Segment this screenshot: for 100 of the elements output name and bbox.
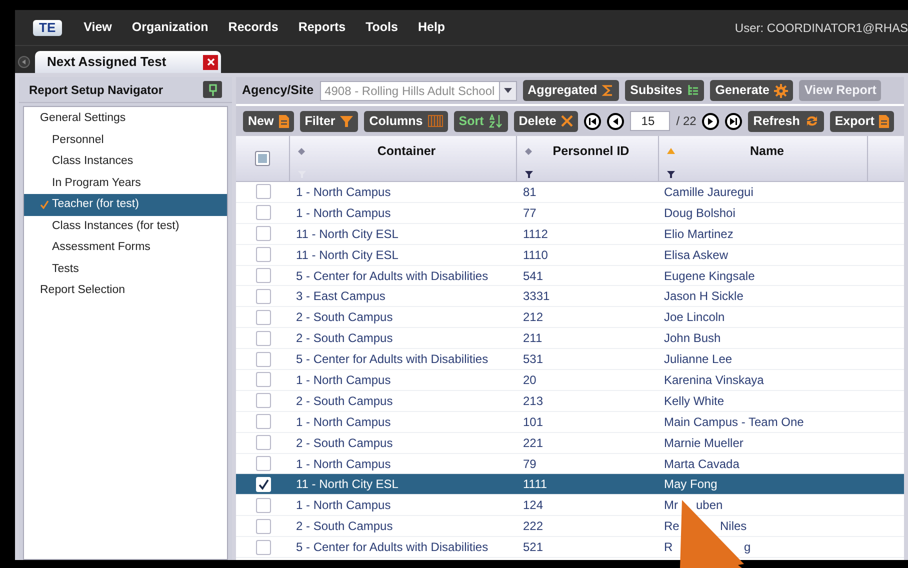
close-icon: [206, 58, 214, 66]
table-cell: Karenina Vinskaya: [664, 372, 764, 387]
close-button[interactable]: [203, 54, 218, 70]
scroll-left-icon[interactable]: [18, 56, 30, 68]
table-row[interactable]: 5 - Center for Adults with Disabilities 531 Julianne Lee: [236, 349, 904, 370]
navigator-item[interactable]: Assessment Forms: [24, 237, 227, 258]
navigator-item[interactable]: Tests: [24, 258, 227, 280]
table-cell: Jason H Sickle: [664, 289, 744, 304]
table-row[interactable]: 5 - Center for Adults with Disabilities 541 Eugene Kingsale: [236, 266, 904, 286]
row-checkbox[interactable]: [256, 184, 270, 200]
row-checkbox[interactable]: [256, 247, 270, 262]
table-cell: uben: [696, 498, 723, 512]
navigator-item[interactable]: Teacher (for test): [24, 194, 227, 216]
navigator-item[interactable]: Report Selection: [24, 280, 227, 302]
toolbar-button[interactable]: Delete: [514, 110, 578, 132]
previous-page-button[interactable]: [607, 112, 624, 130]
navigator-item[interactable]: Personnel: [24, 130, 227, 151]
toolbar-button[interactable]: Export: [830, 110, 894, 132]
last-page-icon: [729, 116, 738, 126]
row-checkbox[interactable]: [256, 498, 270, 513]
row-checkbox[interactable]: [256, 435, 270, 450]
row-checkbox[interactable]: [256, 288, 270, 304]
toolbar-button[interactable]: Subsites: [625, 80, 704, 101]
table-row[interactable]: 2 - South Campus 221 Marnie Mueller: [236, 432, 904, 454]
sort-icon: [488, 114, 503, 128]
column-header[interactable]: Container: [290, 136, 517, 181]
navigator-item[interactable]: General Settings: [24, 108, 227, 130]
toolbar-button[interactable]: Columns: [364, 110, 448, 132]
table-row[interactable]: 3 - East Campus 3331 Jason H Sickle: [236, 286, 904, 308]
toolbar-button[interactable]: Aggregated: [522, 80, 620, 101]
navigator-item[interactable]: In Program Years: [24, 172, 227, 194]
table-cell: 5 - Center for Adults with Disabilities: [296, 268, 488, 282]
table-cell: 221: [523, 436, 544, 450]
document-icon: [879, 114, 890, 128]
row-checkbox[interactable]: [256, 330, 270, 346]
table-row[interactable]: 1 - North Campus 101 Main Campus - Team One: [236, 412, 904, 433]
filter-icon[interactable]: [667, 170, 675, 178]
table-cell: 211: [523, 331, 542, 346]
table-row[interactable]: 11 - North City ESL 1110 Elisa Askew: [236, 244, 904, 266]
pin-button[interactable]: [203, 81, 222, 98]
row-checkbox[interactable]: [256, 372, 270, 388]
table-cell: 2 - South Campus: [296, 331, 393, 346]
menu-item[interactable]: Organization: [132, 18, 208, 37]
table-cell: 11 - North City ESL: [296, 477, 398, 492]
table-cell: John Bush: [664, 331, 721, 346]
refresh-icon: [804, 114, 819, 128]
table-cell: 1110: [523, 248, 548, 262]
toolbar-button[interactable]: Filter: [300, 110, 358, 132]
select-all-checkbox[interactable]: [255, 151, 270, 166]
row-checkbox[interactable]: [256, 393, 270, 408]
first-page-button[interactable]: [584, 112, 602, 130]
table-cell: 77: [523, 206, 536, 220]
table-cell: 20: [523, 372, 536, 387]
menu-item[interactable]: Help: [418, 18, 446, 37]
toolbar-button[interactable]: Generate: [710, 80, 794, 101]
menu-item[interactable]: Tools: [366, 18, 398, 37]
filter-icon[interactable]: [525, 170, 533, 178]
row-checkbox[interactable]: [256, 456, 270, 472]
page-total: / 22: [676, 113, 696, 130]
menu-item[interactable]: View: [84, 18, 112, 37]
table-row[interactable]: 11 - North City ESL 1112 Elio Martinez: [236, 224, 904, 245]
last-page-button[interactable]: [725, 112, 742, 130]
row-checkbox[interactable]: [256, 205, 270, 220]
navigator-item[interactable]: Class Instances (for test): [24, 216, 227, 237]
table-row[interactable]: 1 - North Campus 81 Camille Jauregui: [236, 182, 904, 203]
toolbar-button[interactable]: New: [243, 110, 294, 132]
column-header[interactable]: Personnel ID: [517, 136, 659, 181]
sigma-icon: [602, 84, 614, 97]
document-tab[interactable]: Next Assigned Test: [35, 51, 221, 73]
tree-icon: [687, 84, 700, 97]
table-row[interactable]: 2 - South Campus 213 Kelly White: [236, 390, 904, 412]
table-cell: Doug Bolshoi: [664, 206, 736, 220]
menu-item[interactable]: Records: [228, 18, 278, 37]
table-cell: 1112: [523, 226, 548, 241]
table-cell: Elio Martinez: [664, 226, 734, 241]
row-checkbox[interactable]: [256, 540, 270, 555]
menu-item[interactable]: Reports: [298, 18, 346, 37]
app-logo[interactable]: TE: [33, 20, 62, 36]
table-cell: 124: [523, 498, 544, 512]
table-row[interactable]: 1 - North Campus 20 Karenina Vinskaya: [236, 370, 904, 391]
page-field[interactable]: 15: [630, 111, 670, 131]
table-cell: 531: [523, 352, 544, 366]
table-cell: 11 - North City ESL: [296, 248, 398, 262]
next-page-button[interactable]: [702, 112, 720, 130]
toolbar-button[interactable]: Sort: [454, 110, 508, 132]
row-checkbox[interactable]: [256, 310, 270, 325]
row-checkbox[interactable]: [256, 518, 270, 534]
row-checkbox[interactable]: [256, 414, 270, 430]
table-row[interactable]: 1 - North Campus 77 Doug Bolshoi: [236, 202, 904, 224]
table-row[interactable]: 2 - South Campus 212 Joe Lincoln: [236, 307, 904, 328]
table-cell: Kelly White: [664, 394, 724, 408]
row-checkbox[interactable]: [256, 268, 270, 283]
check-icon: [40, 200, 49, 210]
row-checkbox[interactable]: [256, 226, 270, 242]
table-row[interactable]: 2 - South Campus 211 John Bush: [236, 328, 904, 350]
table-row[interactable]: 11 - North City ESL 1111 May Fong: [236, 474, 904, 496]
navigator-item[interactable]: Class Instances: [24, 151, 227, 172]
toolbar-button[interactable]: Refresh: [748, 110, 824, 132]
row-checkbox[interactable]: [256, 352, 270, 367]
column-header[interactable]: Name: [659, 136, 868, 181]
